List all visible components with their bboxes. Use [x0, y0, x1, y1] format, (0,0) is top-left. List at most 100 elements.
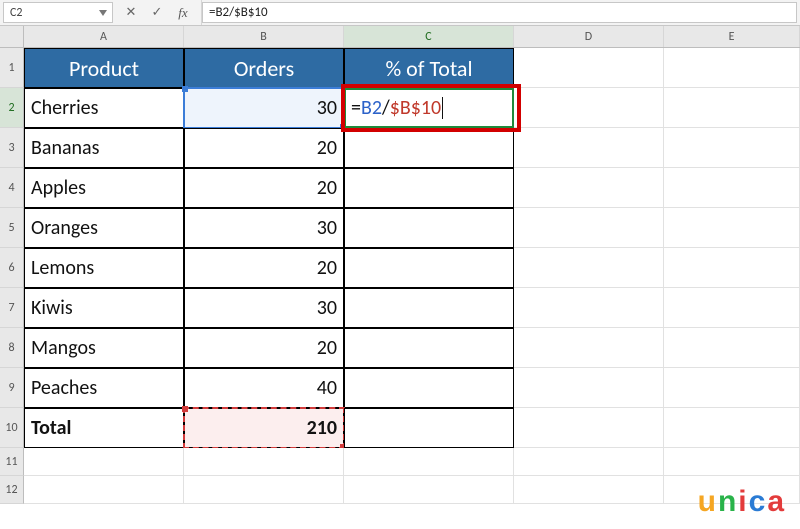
cell-B12[interactable] — [184, 476, 344, 504]
confirm-edit-button[interactable]: ✓ — [149, 5, 165, 20]
formula-input-text: =B2/$B$10 — [209, 5, 268, 20]
cell-C9[interactable] — [344, 368, 514, 408]
cell-D5[interactable] — [514, 208, 664, 248]
row-header-7[interactable]: 7 — [0, 288, 24, 328]
cell-B9[interactable]: 40 — [184, 368, 344, 408]
cell-E8[interactable] — [664, 328, 800, 368]
cell-D4[interactable] — [514, 168, 664, 208]
cell-C10[interactable] — [344, 408, 514, 448]
cell-B4[interactable]: 20 — [184, 168, 344, 208]
cell-A10[interactable]: Total — [24, 408, 184, 448]
row-8: 8 Mangos 20 — [0, 328, 800, 368]
row-header-11[interactable]: 11 — [0, 448, 24, 476]
cell-C5[interactable] — [344, 208, 514, 248]
text-caret — [442, 97, 443, 119]
cell-B11[interactable] — [184, 448, 344, 476]
cell-E2[interactable] — [664, 88, 800, 128]
row-header-10[interactable]: 10 — [0, 408, 24, 448]
cell-C12[interactable] — [344, 476, 514, 504]
cell-E5[interactable] — [664, 208, 800, 248]
cell-D2[interactable] — [514, 88, 664, 128]
cell-D12[interactable] — [514, 476, 664, 504]
watermark-u: u — [698, 485, 718, 518]
cell-B10[interactable]: 210 — [184, 408, 344, 448]
cell-E7[interactable] — [664, 288, 800, 328]
cell-E6[interactable] — [664, 248, 800, 288]
cell-C2[interactable]: =B2/$B$10 — [344, 88, 514, 128]
cell-D10[interactable] — [514, 408, 664, 448]
cell-E3[interactable] — [664, 128, 800, 168]
cell-E10[interactable] — [664, 408, 800, 448]
cell-A1[interactable]: Product — [24, 48, 184, 88]
cell-B2[interactable]: 30 — [184, 88, 344, 128]
cell-A9[interactable]: Peaches — [24, 368, 184, 408]
column-header-B[interactable]: B — [184, 26, 344, 47]
formula-input[interactable]: =B2/$B$10 — [202, 2, 797, 23]
formula-ref1: B2 — [361, 96, 382, 120]
cell-C8[interactable] — [344, 328, 514, 368]
formula-ref2: $B$10 — [390, 96, 441, 120]
row-4: 4 Apples 20 — [0, 168, 800, 208]
cancel-edit-button[interactable]: ✕ — [123, 5, 139, 20]
cell-D6[interactable] — [514, 248, 664, 288]
cell-A6[interactable]: Lemons — [24, 248, 184, 288]
cell-B7[interactable]: 30 — [184, 288, 344, 328]
name-box-dropdown-icon[interactable] — [98, 8, 108, 18]
row-header-3[interactable]: 3 — [0, 128, 24, 168]
cell-C7[interactable] — [344, 288, 514, 328]
cell-A12[interactable] — [24, 476, 184, 504]
cell-A7[interactable]: Kiwis — [24, 288, 184, 328]
cell-A8[interactable]: Mangos — [24, 328, 184, 368]
row-2: 2 Cherries 30 =B2/$B$10 — [0, 88, 800, 128]
cell-C4[interactable] — [344, 168, 514, 208]
cell-D1[interactable] — [514, 48, 664, 88]
cell-C1[interactable]: % of Total — [344, 48, 514, 88]
row-header-4[interactable]: 4 — [0, 168, 24, 208]
cell-B6[interactable]: 20 — [184, 248, 344, 288]
cell-D9[interactable] — [514, 368, 664, 408]
cell-A3[interactable]: Bananas — [24, 128, 184, 168]
column-header-E[interactable]: E — [664, 26, 800, 47]
cell-C6[interactable] — [344, 248, 514, 288]
column-header-D[interactable]: D — [514, 26, 664, 47]
row-1: 1 Product Orders % of Total — [0, 48, 800, 88]
column-header-C[interactable]: C — [344, 26, 514, 47]
row-header-1[interactable]: 1 — [0, 48, 24, 88]
name-box[interactable]: C2 — [3, 2, 113, 23]
row-header-9[interactable]: 9 — [0, 368, 24, 408]
cell-E11[interactable] — [664, 448, 800, 476]
row-header-5[interactable]: 5 — [0, 208, 24, 248]
cell-E1[interactable] — [664, 48, 800, 88]
cell-D8[interactable] — [514, 328, 664, 368]
row-3: 3 Bananas 20 — [0, 128, 800, 168]
row-header-8[interactable]: 8 — [0, 328, 24, 368]
cell-D7[interactable] — [514, 288, 664, 328]
row-header-6[interactable]: 6 — [0, 248, 24, 288]
row-header-12[interactable]: 12 — [0, 476, 24, 504]
cell-D11[interactable] — [514, 448, 664, 476]
cell-E9[interactable] — [664, 368, 800, 408]
row-header-2[interactable]: 2 — [0, 88, 24, 128]
cell-B5[interactable]: 30 — [184, 208, 344, 248]
insert-function-button[interactable]: fx — [175, 5, 191, 21]
row-10: 10 Total 210 — [0, 408, 800, 448]
grid-body: 1 Product Orders % of Total 2 Cherries 3… — [0, 48, 800, 504]
select-all-corner[interactable] — [0, 26, 24, 47]
cell-E4[interactable] — [664, 168, 800, 208]
column-header-A[interactable]: A — [24, 26, 184, 47]
formula-bar: C2 ✕ ✓ fx =B2/$B$10 — [0, 0, 800, 26]
cell-A11[interactable] — [24, 448, 184, 476]
column-headers: A B C D E — [0, 26, 800, 48]
cell-A2[interactable]: Cherries — [24, 88, 184, 128]
cell-C3[interactable] — [344, 128, 514, 168]
cell-D3[interactable] — [514, 128, 664, 168]
cell-A4[interactable]: Apples — [24, 168, 184, 208]
watermark-n: n — [718, 485, 738, 518]
cell-B8[interactable]: 20 — [184, 328, 344, 368]
watermark-i: i — [738, 485, 748, 518]
cell-A5[interactable]: Oranges — [24, 208, 184, 248]
cell-B3[interactable]: 20 — [184, 128, 344, 168]
cell-B1[interactable]: Orders — [184, 48, 344, 88]
row-5: 5 Oranges 30 — [0, 208, 800, 248]
cell-C11[interactable] — [344, 448, 514, 476]
